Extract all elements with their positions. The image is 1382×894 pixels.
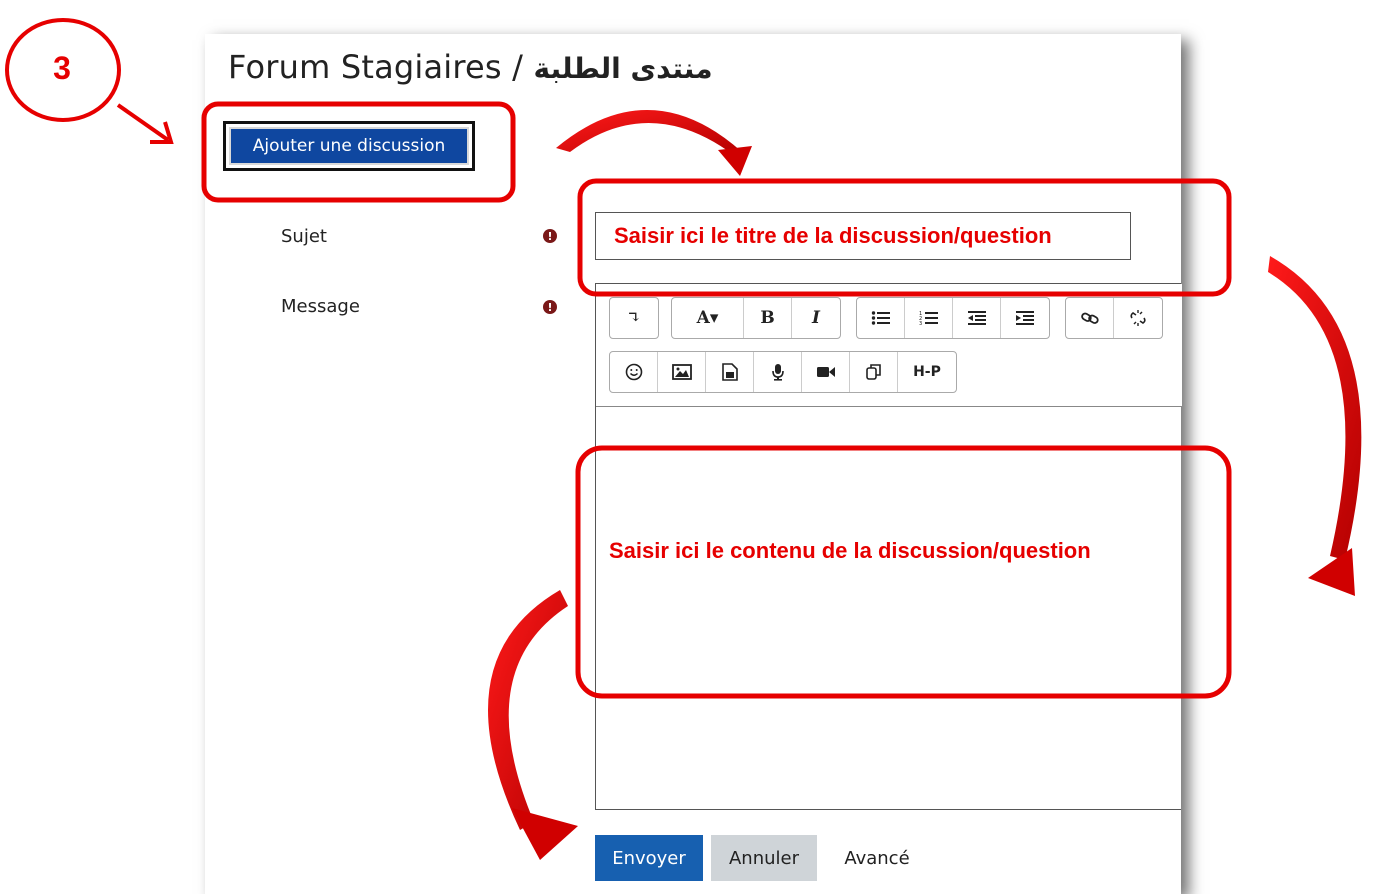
emoji-icon[interactable] <box>610 352 658 392</box>
link-icon[interactable] <box>1066 298 1114 338</box>
content-hint: Saisir ici le contenu de la discussion/q… <box>609 538 1091 563</box>
bold-button[interactable]: B <box>744 298 792 338</box>
required-icon: ! <box>543 229 557 243</box>
advanced-link[interactable]: Avancé <box>835 835 919 881</box>
toolbar-toggle-button[interactable]: ↴ <box>610 298 658 338</box>
pointer-arrow <box>116 103 170 142</box>
indent-icon[interactable] <box>1001 298 1049 338</box>
curved-arrow-to-message-head <box>1308 548 1355 596</box>
step-number: 3 <box>53 49 71 86</box>
outdent-icon[interactable] <box>953 298 1001 338</box>
page-title: Forum Stagiaires / منتدى الطلبة <box>228 48 713 92</box>
toolbar-group-links <box>1065 297 1163 339</box>
copy-icon[interactable] <box>850 352 898 392</box>
pointer-arrow-head <box>150 121 174 144</box>
cancel-button[interactable]: Annuler <box>711 835 817 881</box>
toolbar-group-format: A▾ B I <box>671 297 841 339</box>
toolbar-group-media: H-P <box>609 351 957 393</box>
media-icon[interactable] <box>706 352 754 392</box>
list-bullet-icon[interactable] <box>857 298 905 338</box>
svg-text:3: 3 <box>919 321 922 326</box>
italic-button[interactable]: I <box>792 298 840 338</box>
font-color-button[interactable]: A▾ <box>672 298 744 338</box>
curved-arrow-to-message <box>1268 256 1362 560</box>
toolbar-group-lists: 123 <box>856 297 1050 339</box>
editor-toolbar: ↴ A▾ B I 123 H-P <box>596 284 1182 407</box>
video-icon[interactable] <box>802 352 850 392</box>
h5p-button[interactable]: H-P <box>898 352 956 392</box>
add-discussion-button[interactable]: Ajouter une discussion <box>223 121 475 171</box>
page-title-arabic: منتدى الطلبة <box>533 52 713 85</box>
page-title-latin: Forum Stagiaires / <box>228 48 534 86</box>
unlink-icon[interactable] <box>1114 298 1162 338</box>
subject-input[interactable]: Saisir ici le titre de la discussion/que… <box>595 212 1131 260</box>
microphone-icon[interactable] <box>754 352 802 392</box>
message-label: Message <box>281 296 360 317</box>
subject-hint: Saisir ici le titre de la discussion/que… <box>614 223 1052 248</box>
send-button[interactable]: Envoyer <box>595 835 703 881</box>
image-icon[interactable] <box>658 352 706 392</box>
subject-label: Sujet <box>281 226 327 247</box>
list-numbered-icon[interactable]: 123 <box>905 298 953 338</box>
required-icon: ! <box>543 300 557 314</box>
toolbar-group-collapse: ↴ <box>609 297 659 339</box>
add-discussion-label: Ajouter une discussion <box>229 127 469 165</box>
